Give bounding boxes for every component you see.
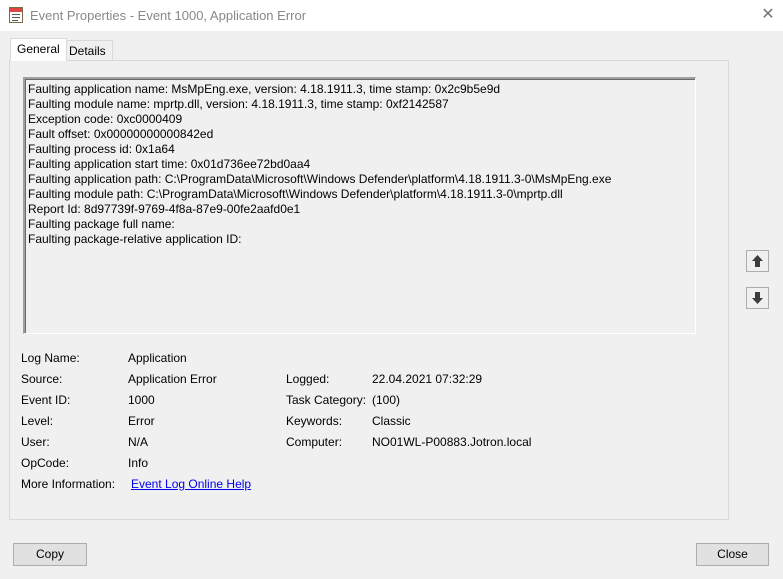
window-title: Event Properties - Event 1000, Applicati… [30,8,307,23]
task-category-value: (100) [372,393,401,407]
task-category-label: Task Category: [286,393,367,407]
event-description-box[interactable]: Faulting application name: MsMpEng.exe, … [23,77,696,334]
opcode-label: OpCode: [21,456,70,470]
description-line: Faulting package-relative application ID… [28,232,242,246]
computer-value: NO01WL-P00883.Jotron.local [372,435,532,449]
description-line: Faulting module name: mprtp.dll, version… [28,97,449,111]
user-label: User: [21,435,50,449]
tab-details-label: Details [69,44,106,58]
arrow-down-icon [752,292,763,304]
more-information-label: More Information: [21,477,116,491]
description-line: Faulting application path: C:\ProgramDat… [28,172,612,186]
tab-general-label: General [17,42,60,56]
event-log-icon [9,7,23,23]
level-label: Level: [21,414,54,428]
description-line: Fault offset: 0x00000000000842ed [28,127,214,141]
tab-details[interactable]: Details [62,40,113,61]
tab-general[interactable]: General [10,38,67,61]
user-value: N/A [128,435,149,449]
next-event-button[interactable] [746,287,769,309]
log-name-label: Log Name: [21,351,80,365]
logged-value: 22.04.2021 07:32:29 [372,372,483,386]
opcode-value: Info [128,456,149,470]
source-label: Source: [21,372,63,386]
previous-event-button[interactable] [746,250,769,272]
computer-label: Computer: [286,435,343,449]
source-value: Application Error [128,372,217,386]
description-line: Report Id: 8d97739f-9769-4f8a-87e9-00fe2… [28,202,301,216]
description-line: Faulting process id: 0x1a64 [28,142,175,156]
event-id-value: 1000 [128,393,155,407]
description-line: Faulting module path: C:\ProgramData\Mic… [28,187,563,201]
event-id-label: Event ID: [21,393,71,407]
arrow-up-icon [752,255,763,267]
logged-label: Logged: [286,372,330,386]
log-name-value: Application [128,351,187,365]
description-line: Faulting application name: MsMpEng.exe, … [28,82,501,96]
description-line: Exception code: 0xc0000409 [28,112,183,126]
description-line: Faulting application start time: 0x01d73… [28,157,311,171]
copy-button[interactable]: Copy [13,543,87,566]
close-icon[interactable]: ✕ [753,0,783,31]
description-line: Faulting package full name: [28,217,175,231]
title-bar: Event Properties - Event 1000, Applicati… [0,0,783,31]
keywords-label: Keywords: [286,414,343,428]
event-log-online-help-link[interactable]: Event Log Online Help [131,477,251,492]
keywords-value: Classic [372,414,411,428]
level-value: Error [128,414,155,428]
close-button[interactable]: Close [696,543,769,566]
